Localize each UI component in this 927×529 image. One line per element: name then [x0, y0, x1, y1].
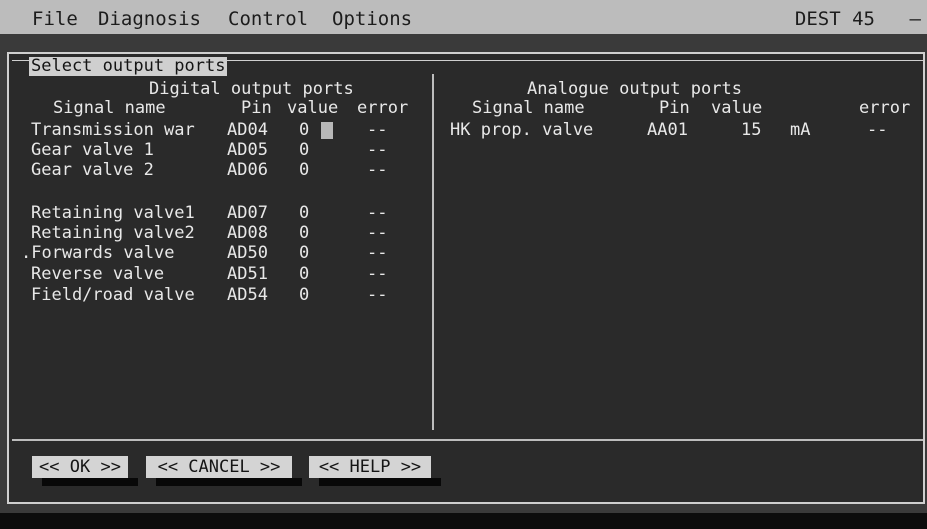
digital-header-value: value: [287, 98, 339, 118]
digital-row-name: .Forwards valve: [21, 243, 175, 263]
menu-control[interactable]: Control: [228, 8, 308, 30]
menu-file[interactable]: File: [32, 8, 78, 30]
digital-row-pin: AD50: [227, 243, 268, 263]
digital-row-name: Field/road valve: [31, 285, 195, 305]
button-divider: [12, 439, 923, 441]
menu-diagnosis[interactable]: Diagnosis: [98, 8, 201, 30]
analogue-row-pin: AA01: [647, 120, 688, 140]
digital-header-signal: Signal name: [53, 98, 166, 118]
digital-header-error: error: [357, 98, 409, 118]
analogue-heading: Analogue output ports: [527, 79, 742, 99]
device-label: DEST 45: [794, 8, 875, 30]
digital-row-error: --: [367, 285, 388, 305]
menu-options[interactable]: Options: [332, 8, 412, 30]
digital-row-name: Gear valve 1: [31, 140, 154, 160]
digital-row-pin: AD04: [227, 120, 268, 140]
digital-row-error: --: [367, 160, 388, 180]
digital-row-value[interactable]: 0: [299, 120, 309, 140]
status-strip: [0, 513, 927, 529]
digital-row-error: --: [367, 264, 388, 284]
digital-row-value[interactable]: 0: [299, 264, 309, 284]
digital-row-error: --: [367, 223, 388, 243]
digital-row-error: --: [367, 120, 388, 140]
digital-row-name: Retaining valve1: [31, 203, 195, 223]
ok-button-shadow: [42, 478, 138, 486]
analogue-header-signal: Signal name: [472, 98, 585, 118]
menu-dash: —: [909, 8, 921, 30]
text-cursor: [321, 122, 333, 139]
digital-row-error: --: [367, 203, 388, 223]
analogue-header-value: value: [711, 98, 763, 118]
digital-row-name: Retaining valve2: [31, 223, 195, 243]
digital-row-name: Gear valve 2: [31, 160, 154, 180]
digital-row-value[interactable]: 0: [299, 140, 309, 160]
digital-row-error: --: [367, 140, 388, 160]
digital-row-value[interactable]: 0: [299, 160, 309, 180]
cancel-button-shadow: [156, 478, 302, 486]
analogue-header-pin: Pin: [659, 98, 690, 118]
digital-row-value[interactable]: 0: [299, 243, 309, 263]
digital-row-value[interactable]: 0: [299, 203, 309, 223]
digital-row-pin: AD07: [227, 203, 268, 223]
ok-button[interactable]: << OK >>: [32, 456, 128, 478]
digital-heading: Digital output ports: [149, 79, 354, 99]
digital-row-pin: AD05: [227, 140, 268, 160]
digital-row-name: Reverse valve: [31, 264, 165, 284]
cancel-button[interactable]: << CANCEL >>: [146, 456, 292, 478]
analogue-row-error: --: [867, 120, 888, 140]
analogue-row-name: HK prop. valve: [450, 120, 594, 140]
digital-row-pin: AD54: [227, 285, 268, 305]
digital-row-pin: AD51: [227, 264, 268, 284]
select-output-ports-dialog: Select output ports Digital output ports…: [7, 52, 925, 504]
analogue-header-error: error: [859, 98, 911, 118]
menu-bar: File Diagnosis Control Options DEST 45 —: [0, 0, 927, 34]
digital-row-value[interactable]: 0: [299, 285, 309, 305]
dialog-title: Select output ports: [29, 56, 228, 76]
digital-row-error: --: [367, 243, 388, 263]
digital-row-value[interactable]: 0: [299, 223, 309, 243]
digital-header-pin: Pin: [241, 98, 272, 118]
help-button[interactable]: << HELP >>: [309, 456, 431, 478]
digital-row-pin: AD08: [227, 223, 268, 243]
help-button-shadow: [319, 478, 441, 486]
section-divider: [432, 74, 434, 430]
digital-row-pin: AD06: [227, 160, 268, 180]
analogue-row-value[interactable]: 15: [741, 120, 761, 140]
digital-row-name: Transmission war: [31, 120, 195, 140]
analogue-row-unit: mA: [790, 120, 811, 140]
